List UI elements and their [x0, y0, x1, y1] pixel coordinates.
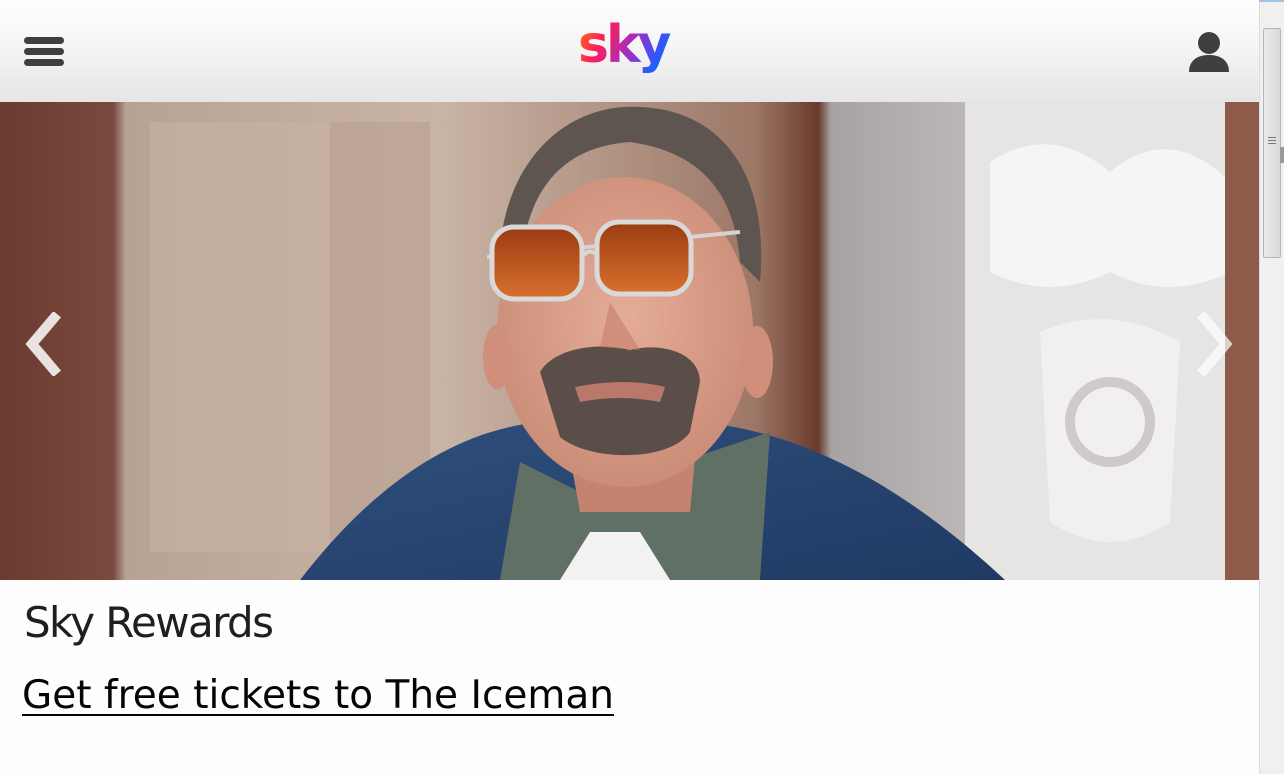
- sky-logo[interactable]: sky: [576, 12, 686, 82]
- scrollbar-thumb[interactable]: [1263, 28, 1281, 258]
- hamburger-menu-icon-bar: [24, 48, 64, 55]
- section-brand-title: Sky Rewards: [24, 598, 274, 647]
- scroll-grip-icon: [1268, 137, 1276, 145]
- headline-link[interactable]: Get free tickets to The Iceman: [22, 673, 614, 720]
- hero-image-iceman: [0, 102, 1259, 580]
- hamburger-menu-icon-bar: [24, 37, 64, 44]
- logo-text: sky: [578, 15, 671, 75]
- site-header: sky: [0, 2, 1259, 102]
- user-account-icon: [1189, 32, 1229, 72]
- carousel-prev-button[interactable]: [18, 312, 66, 376]
- hamburger-menu-icon-bar: [24, 59, 64, 66]
- chevron-right-icon: [1196, 312, 1233, 376]
- page: sky Sky Rewards Get free tickets to The …: [0, 0, 1259, 774]
- hero-carousel: [0, 102, 1259, 580]
- menu-button[interactable]: [22, 35, 66, 71]
- vertical-scrollbar[interactable]: [1259, 2, 1284, 774]
- chevron-left-icon: [25, 312, 62, 376]
- carousel-next-button[interactable]: [1192, 312, 1240, 376]
- scroll-position-marker: [1280, 147, 1284, 163]
- account-button[interactable]: [1186, 30, 1232, 76]
